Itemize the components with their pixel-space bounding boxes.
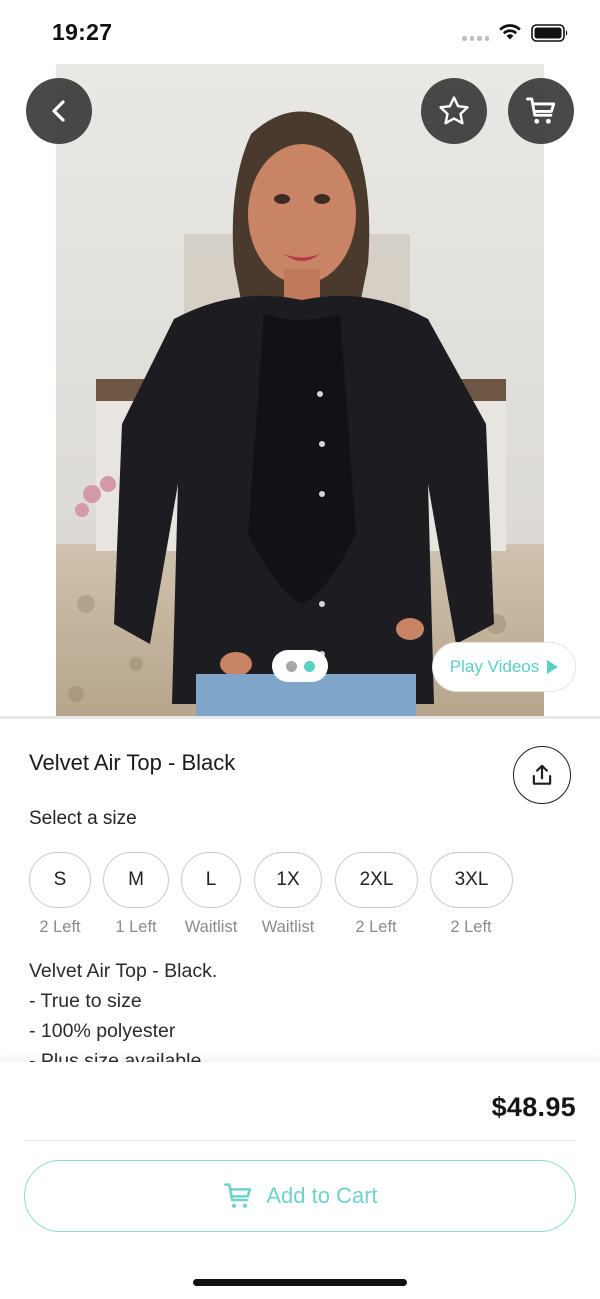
size-stock-2xl: 2 Left: [355, 918, 397, 936]
size-option-m[interactable]: M: [103, 852, 169, 908]
chevron-left-icon: [52, 100, 65, 122]
description-line: Velvet Air Top - Black.: [29, 960, 218, 982]
cart-icon: [224, 1183, 252, 1208]
size-stock-l: Waitlist: [184, 918, 238, 936]
home-indicator[interactable]: [193, 1279, 407, 1286]
favorite-button[interactable]: [421, 78, 487, 144]
star-icon: [439, 96, 469, 125]
product-price: $48.95: [491, 1092, 576, 1122]
size-stock-m: 1 Left: [115, 918, 157, 936]
size-option-3xl[interactable]: 3XL: [430, 852, 513, 908]
share-icon: [532, 764, 552, 785]
add-to-cart-button[interactable]: Add to Cart: [24, 1160, 576, 1232]
cart-icon: [526, 97, 556, 124]
back-button[interactable]: [26, 78, 92, 144]
size-stock-3xl: 2 Left: [450, 918, 492, 936]
size-heading: Select a size: [29, 808, 137, 829]
battery-icon: [531, 24, 568, 42]
cart-button[interactable]: [508, 78, 574, 144]
status-time: 19:27: [52, 19, 113, 45]
product-description: Velvet Air Top - Black. - True to size -…: [29, 956, 569, 1064]
add-to-cart-label: Add to Cart: [266, 1183, 378, 1208]
image-pager[interactable]: [272, 650, 328, 682]
section-divider: [0, 716, 600, 719]
size-stock-1x: Waitlist: [261, 918, 315, 936]
status-bar: 19:27: [0, 0, 600, 64]
size-option-2xl[interactable]: 2XL: [335, 852, 418, 908]
play-videos-label: Play Videos: [449, 657, 540, 676]
purchase-divider: [24, 1140, 576, 1141]
play-videos-button[interactable]: Play Videos: [432, 642, 576, 692]
size-option-1x[interactable]: 1X: [254, 852, 322, 908]
play-icon: [547, 660, 559, 674]
share-button[interactable]: [513, 746, 571, 804]
purchase-bar: $48.95 Add to Cart: [0, 1062, 600, 1299]
size-stock-s: 2 Left: [39, 918, 81, 936]
product-photo-illustration: [56, 64, 544, 716]
product-title: Velvet Air Top - Black: [29, 750, 236, 775]
size-option-s[interactable]: S: [29, 852, 91, 908]
pager-dot-active[interactable]: [303, 660, 315, 672]
wifi-icon: [499, 24, 521, 40]
description-line: - 100% polyester: [29, 1020, 176, 1042]
cellular-signal-icon: [462, 36, 489, 41]
size-option-l[interactable]: L: [181, 852, 241, 908]
pager-dot[interactable]: [285, 660, 297, 672]
description-line: - True to size: [29, 990, 142, 1012]
product-image[interactable]: [56, 64, 544, 716]
